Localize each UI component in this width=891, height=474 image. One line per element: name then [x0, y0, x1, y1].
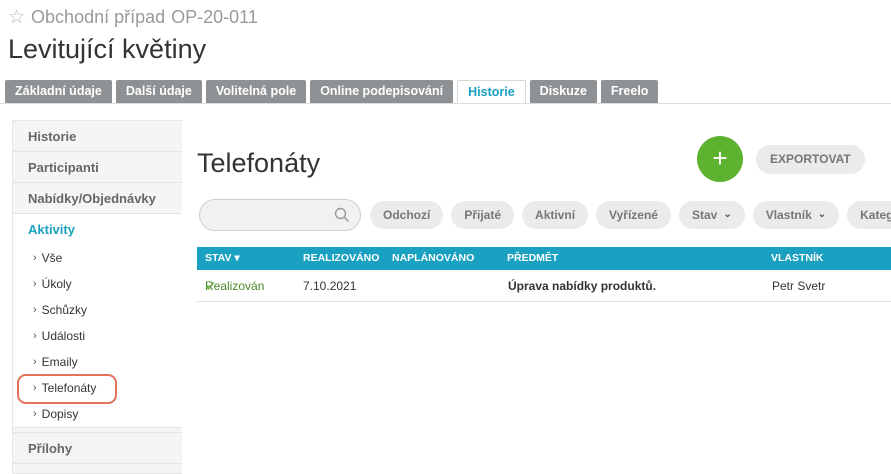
chevron-down-icon: ⌄	[817, 209, 827, 220]
column-header-planned[interactable]: NAPLÁNOVÁNO	[392, 247, 474, 270]
filter-label: Kategorie	[860, 208, 891, 222]
case-subtitle: ☆ Obchodní případ OP-20-011	[8, 6, 258, 29]
sidebar: Historie Participanti Nabídky/Objednávky…	[12, 120, 182, 474]
filter-label: Stav	[691, 208, 718, 222]
table-header: STAV ▾ REALIZOVÁNO NAPLÁNOVÁNO PŘEDMĚT V…	[197, 247, 891, 270]
column-header-subject[interactable]: PŘEDMĚT	[507, 247, 558, 270]
sidebar-item-offers-orders[interactable]: Nabídky/Objednávky	[13, 183, 182, 214]
column-header-owner[interactable]: VLASTNÍK	[771, 247, 824, 270]
tab-history[interactable]: Historie	[457, 80, 526, 104]
search-icon[interactable]	[334, 207, 350, 223]
column-header-label: STAV	[205, 252, 232, 264]
tab-more-info[interactable]: Další údaje	[115, 80, 202, 103]
sidebar-subitem-label: Dopisy	[41, 407, 79, 421]
filter-owner-dropdown[interactable]: Vlastník ⌄	[752, 201, 840, 229]
filter-category[interactable]: Kategorie	[847, 201, 891, 229]
tab-freelo[interactable]: Freelo	[600, 80, 659, 103]
filter-label: Vyřízené	[609, 208, 658, 222]
sidebar-subitem-meetings[interactable]: › Schůzky	[13, 297, 182, 323]
highlight-ring	[17, 374, 117, 404]
filter-label: Odchozí	[383, 208, 431, 222]
filter-label: Vlastník	[765, 208, 812, 222]
filter-active[interactable]: Aktivní	[522, 201, 589, 229]
subject-cell[interactable]: Úprava nabídky produktů.	[508, 270, 656, 302]
sidebar-subitem-emails[interactable]: › Emaily	[13, 349, 182, 375]
chevron-right-icon: ›	[33, 304, 37, 316]
search-input[interactable]	[199, 199, 361, 231]
sidebar-item-activities[interactable]: Aktivity	[13, 214, 182, 245]
export-button[interactable]: EXPORTOVAT	[756, 145, 865, 174]
sidebar-item-history[interactable]: Historie	[13, 121, 182, 152]
case-id: OP-20-011	[171, 7, 258, 27]
sidebar-subitem-tasks[interactable]: › Úkoly	[13, 271, 182, 297]
column-header-status[interactable]: STAV ▾	[205, 247, 240, 270]
tab-bar: Základní údaje Další údaje Volitelná pol…	[5, 80, 659, 104]
case-type-label: Obchodní případ	[31, 7, 166, 27]
filter-bar: Odchozí Přijaté Aktivní Vyřízené Stav ⌄ V…	[370, 201, 891, 229]
sidebar-subitem-label: Emaily	[41, 355, 78, 369]
filter-label: Aktivní	[535, 208, 576, 222]
tab-basic-info[interactable]: Základní údaje	[5, 80, 112, 103]
sidebar-subitem-label: Schůzky	[41, 303, 88, 317]
page-title: Levitující květiny	[8, 34, 207, 64]
filter-outgoing[interactable]: Odchozí	[370, 201, 444, 229]
column-header-realized[interactable]: REALIZOVÁNO	[303, 247, 379, 270]
chevron-right-icon: ›	[33, 356, 37, 368]
chevron-down-icon: ⌄	[723, 209, 732, 220]
sidebar-subitem-all[interactable]: › Vše	[13, 245, 182, 271]
tab-optional-fields[interactable]: Volitelná pole	[205, 80, 307, 103]
tabs-divider	[0, 103, 891, 104]
sidebar-subitem-calls[interactable]: › Telefonáty	[13, 374, 182, 404]
chevron-right-icon: ›	[33, 252, 37, 264]
sidebar-subitem-label: Vše	[41, 251, 63, 265]
chevron-right-icon: ›	[33, 278, 37, 290]
realized-date-cell: 7.10.2021	[303, 279, 357, 293]
section-title: Telefonáty	[197, 148, 321, 178]
star-icon[interactable]: ☆	[8, 6, 25, 29]
filter-incoming[interactable]: Přijaté	[451, 201, 515, 229]
sidebar-activities-group: Aktivity › Vše › Úkoly › Schůzky › Události …	[13, 214, 182, 428]
sidebar-item-attachments[interactable]: Přílohy	[13, 432, 182, 464]
filter-label: Přijaté	[464, 208, 502, 222]
sidebar-subitem-label: Události	[41, 329, 86, 343]
sidebar-subitem-events[interactable]: › Události	[13, 323, 182, 349]
sort-down-icon: ▾	[234, 252, 240, 264]
add-button[interactable]: +	[697, 136, 743, 182]
filter-status-dropdown[interactable]: Stav ⌄	[678, 201, 745, 229]
tab-discussion[interactable]: Diskuze	[529, 80, 597, 103]
filter-resolved[interactable]: Vyřízené	[596, 201, 671, 229]
chevron-right-icon: ›	[33, 330, 37, 342]
status-text: Realizován	[205, 279, 265, 293]
tab-online-signing[interactable]: Online podepisování	[310, 80, 454, 103]
calls-table: STAV ▾ REALIZOVÁNO NAPLÁNOVÁNO PŘEDMĚT V…	[197, 247, 891, 302]
table-row[interactable]: ✓ Realizován 7.10.2021 Úprava nabídky pro…	[197, 270, 891, 302]
chevron-right-icon: ›	[33, 408, 37, 420]
sidebar-item-participants[interactable]: Participanti	[13, 152, 182, 183]
owner-cell: Petr Svetr	[772, 279, 826, 293]
sidebar-subitem-label: Úkoly	[41, 277, 72, 291]
sidebar-subitem-letters[interactable]: › Dopisy	[13, 401, 182, 427]
